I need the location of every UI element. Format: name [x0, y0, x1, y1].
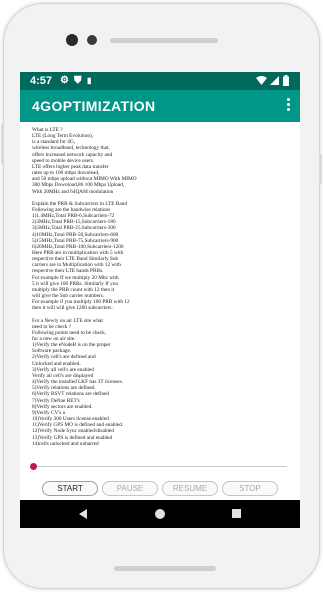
stop-button[interactable]: STOP: [222, 481, 278, 496]
article-text[interactable]: What is LTE ? LTE (Long Term Evolution), i…: [32, 127, 294, 462]
shield-icon: ⛊: [74, 75, 82, 86]
text-line: then it will will give 1200 subcarriers.: [32, 305, 113, 312]
text-paragraph: For a Newly on air LTE site what need to …: [32, 318, 294, 447]
text-paragraph: Explain the PRB & Subcarriers in LTE Ban…: [32, 201, 294, 312]
status-time: 4:57: [30, 75, 53, 87]
recent-apps-icon[interactable]: [232, 509, 241, 518]
text-line: 14)cells unlocked and unbarred: [32, 440, 99, 447]
sensor-icon: [87, 35, 97, 45]
seekbar-track: [33, 466, 287, 467]
start-button[interactable]: START: [42, 481, 98, 496]
progress-seekbar[interactable]: [30, 463, 290, 471]
power-button: [319, 154, 322, 184]
bottom-speaker: [114, 566, 216, 571]
back-icon[interactable]: [79, 509, 87, 519]
earpiece-speaker: [110, 38, 218, 43]
battery-icon: [283, 75, 289, 86]
text-paragraph: What is LTE ? LTE (Long Term Evolution), i…: [32, 127, 294, 195]
phone-screen: 4:57 ⚙ ⛊ ▮ 4GOPTIMIZATION What is LTE ? L…: [20, 72, 300, 528]
home-icon[interactable]: [155, 509, 165, 519]
status-bar: 4:57 ⚙ ⛊ ▮: [20, 72, 300, 90]
pause-button[interactable]: PAUSE: [102, 481, 158, 496]
front-camera-icon: [66, 34, 78, 46]
volume-button: [1, 124, 4, 164]
gear-icon: ⚙: [60, 75, 69, 86]
seekbar-thumb[interactable]: [30, 463, 37, 470]
app-bar: 4GOPTIMIZATION: [20, 90, 300, 122]
navigation-bar: [20, 500, 300, 528]
player-controls: START PAUSE RESUME STOP: [42, 481, 278, 496]
wifi-icon: [256, 76, 267, 85]
resume-button[interactable]: RESUME: [162, 481, 218, 496]
app-title: 4GOPTIMIZATION: [32, 98, 156, 114]
overflow-menu-icon[interactable]: [284, 98, 292, 114]
text-line: With 20MHz and 64QAM modulation: [32, 188, 114, 195]
sim-icon: ▮: [87, 76, 92, 85]
signal-icon: [270, 76, 279, 85]
